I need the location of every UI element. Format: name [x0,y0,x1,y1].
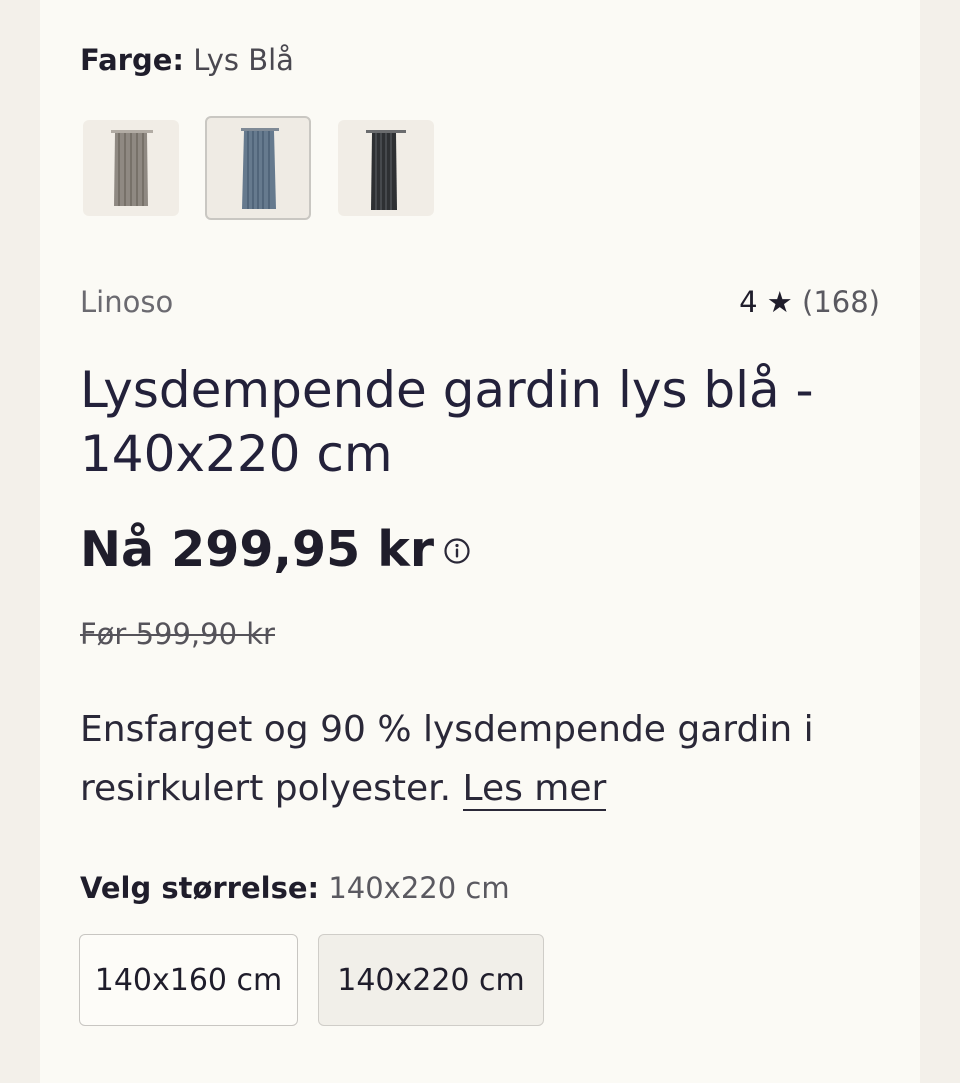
curtain-blue-image [241,128,279,209]
product-title: Lysdempende gardin lys blå - 140x220 cm [80,361,814,483]
info-icon[interactable] [443,537,471,565]
size-value: 140x220 cm [328,871,510,905]
color-swatch-dark[interactable] [338,120,434,216]
color-selector-label: Farge: Lys Blå [80,40,294,80]
brand-name[interactable]: Linoso [80,282,173,322]
curtain-beige-image [111,130,153,206]
size-selector-label: Velg størrelse: 140x220 cm [80,868,510,908]
color-swatch-beige[interactable] [83,120,179,216]
size-option-140x160[interactable]: 140x160 cm [79,934,298,1026]
color-swatch-lys-bla[interactable] [205,116,311,220]
star-icon: ★ [766,285,793,319]
current-price: Nå 299,95 kr [80,521,435,578]
rating-score: 4 [739,285,758,319]
rating[interactable]: 4 ★ (168) [739,282,880,322]
read-more-link[interactable]: Les mer [462,768,607,811]
description-text: Ensfarget og 90 % lysdempende gardin i r… [80,709,814,809]
size-label: Velg størrelse: [80,871,320,905]
size-option-140x220[interactable]: 140x220 cm [318,934,544,1026]
previous-price: Før 599,90 kr [80,617,275,651]
rating-count: (168) [802,285,880,319]
color-value: Lys Blå [193,43,294,77]
color-label: Farge: [80,43,185,77]
curtain-dark-image [366,130,406,210]
product-description: Ensfarget og 90 % lysdempende gardin i r… [80,700,880,818]
